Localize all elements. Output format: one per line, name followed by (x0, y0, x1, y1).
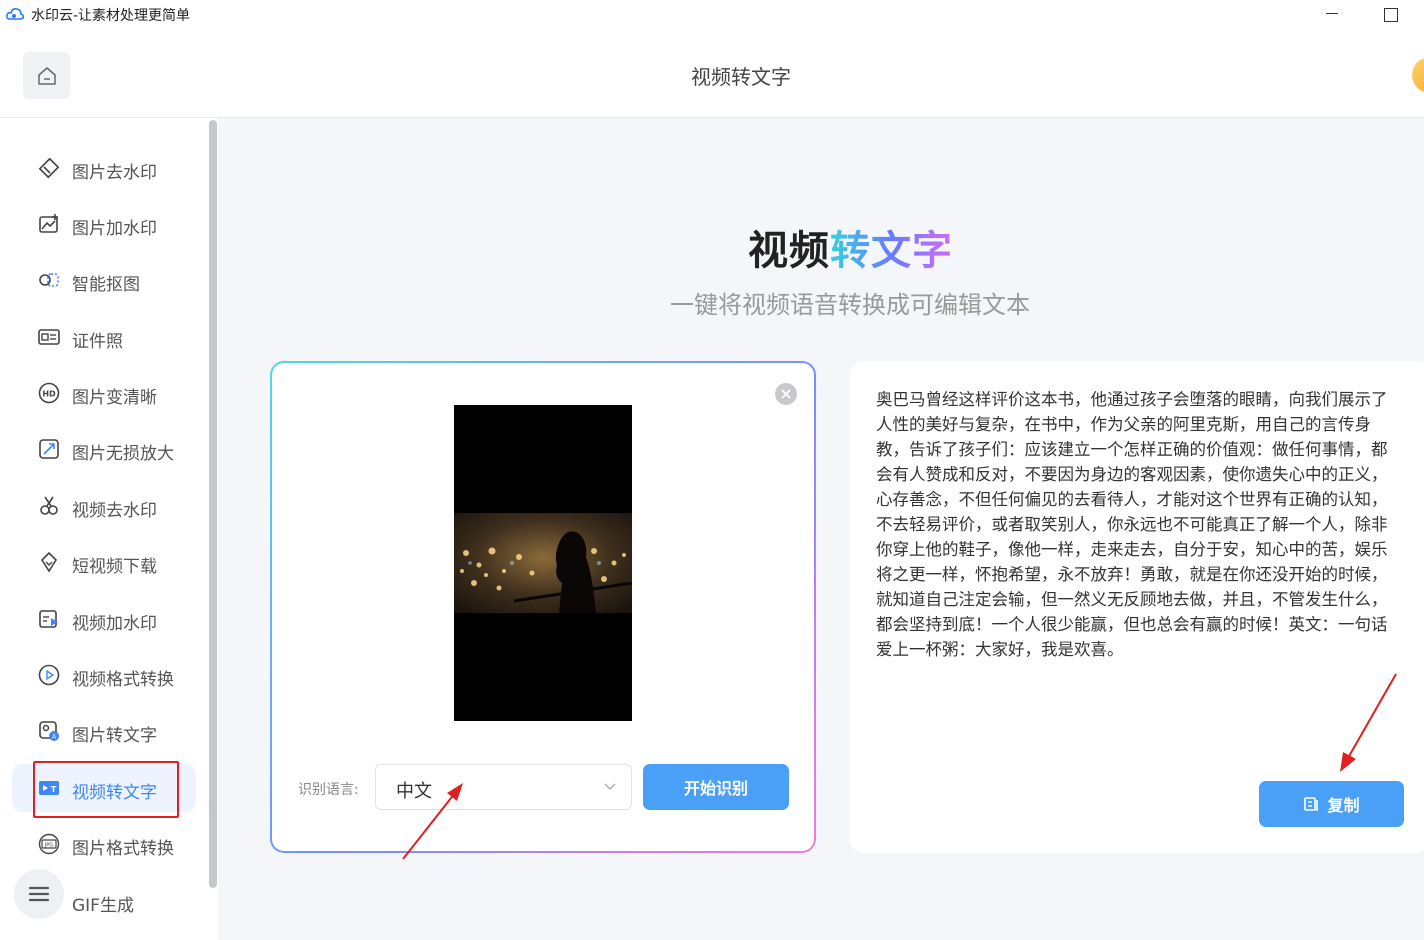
sidebar-item-id-photo[interactable]: 证件照 (12, 313, 196, 361)
language-select-value: 中文 (396, 781, 432, 802)
image-text-icon: A (39, 721, 59, 741)
video-add-icon (39, 610, 58, 628)
video-eraser-icon (40, 496, 58, 515)
app-header: 视频转文字 (0, 30, 1424, 118)
close-icon (781, 389, 791, 399)
play-circle-icon (38, 664, 60, 686)
page-title: 视频转文字 (691, 65, 791, 89)
upload-card: 识别语言: 中文 开始识别 (270, 361, 816, 853)
window-title: 水印云-让素材处理更简单 (31, 8, 191, 24)
sidebar-item-lossless-enlarge[interactable]: 图片无损放大 (12, 425, 196, 473)
enlarge-icon (39, 439, 59, 459)
sidebar-item-add-image-watermark[interactable]: 图片加水印 (12, 200, 196, 248)
cloud-logo-icon (6, 8, 24, 20)
language-select[interactable]: 中文 (375, 764, 632, 810)
id-card-icon (38, 329, 60, 345)
sidebar-item-add-video-watermark[interactable]: 视频加水印 (12, 595, 196, 643)
hero-subtitle: 一键将视频语音转换成可编辑文本 (670, 291, 1030, 319)
sidebar-item-image-clarify[interactable]: HD 图片变清晰 (12, 369, 196, 417)
remove-video-button[interactable] (775, 383, 797, 405)
sidebar-item-remove-video-watermark[interactable]: 视频去水印 (12, 482, 196, 530)
download-icon (40, 551, 58, 573)
start-recognition-button[interactable]: 开始识别 (643, 764, 789, 810)
sidebar-item-video-format-convert[interactable]: 视频格式转换 (12, 651, 196, 699)
language-label: 识别语言: (298, 782, 359, 798)
result-card: 奥巴马曾经这样评价这本书，他通过孩子会堕落的眼睛，向我们展示了人性的美好与复杂，… (850, 361, 1424, 853)
eraser-icon (38, 157, 60, 179)
svg-text:HD: HD (42, 390, 56, 399)
title-bar: 水印云-让素材处理更简单 (0, 0, 1424, 30)
sidebar-collapse-button[interactable] (14, 869, 64, 919)
svg-text:JPG: JPG (44, 842, 53, 848)
image-add-icon (39, 214, 58, 233)
video-thumbnail (454, 513, 632, 613)
chevron-down-icon (604, 783, 616, 790)
jpg-icon: JPG (38, 833, 60, 855)
copy-button-label: 复制 (1327, 796, 1360, 815)
maximize-button[interactable] (1378, 2, 1402, 26)
hero-title: 视频转文字 (748, 228, 953, 274)
menu-icon (28, 886, 50, 902)
sidebar-item-image-format-convert[interactable]: JPG 图片格式转换 (12, 820, 196, 868)
hd-icon: HD (38, 382, 60, 404)
sidebar-scrollbar[interactable] (209, 120, 217, 888)
minimize-button[interactable] (1320, 2, 1344, 26)
annotation-highlight-box (33, 761, 179, 818)
sidebar-item-remove-image-watermark[interactable]: 图片去水印 (12, 144, 196, 192)
video-preview[interactable] (454, 405, 632, 721)
sidebar-item-image-to-text[interactable]: A 图片转文字 (12, 707, 196, 755)
sidebar-item-short-video-download[interactable]: 短视频下载 (12, 538, 196, 586)
copy-icon (1304, 797, 1319, 811)
result-text[interactable]: 奥巴马曾经这样评价这本书，他通过孩子会堕落的眼睛，向我们展示了人性的美好与复杂，… (876, 387, 1391, 662)
copy-button[interactable]: 复制 (1259, 781, 1404, 827)
